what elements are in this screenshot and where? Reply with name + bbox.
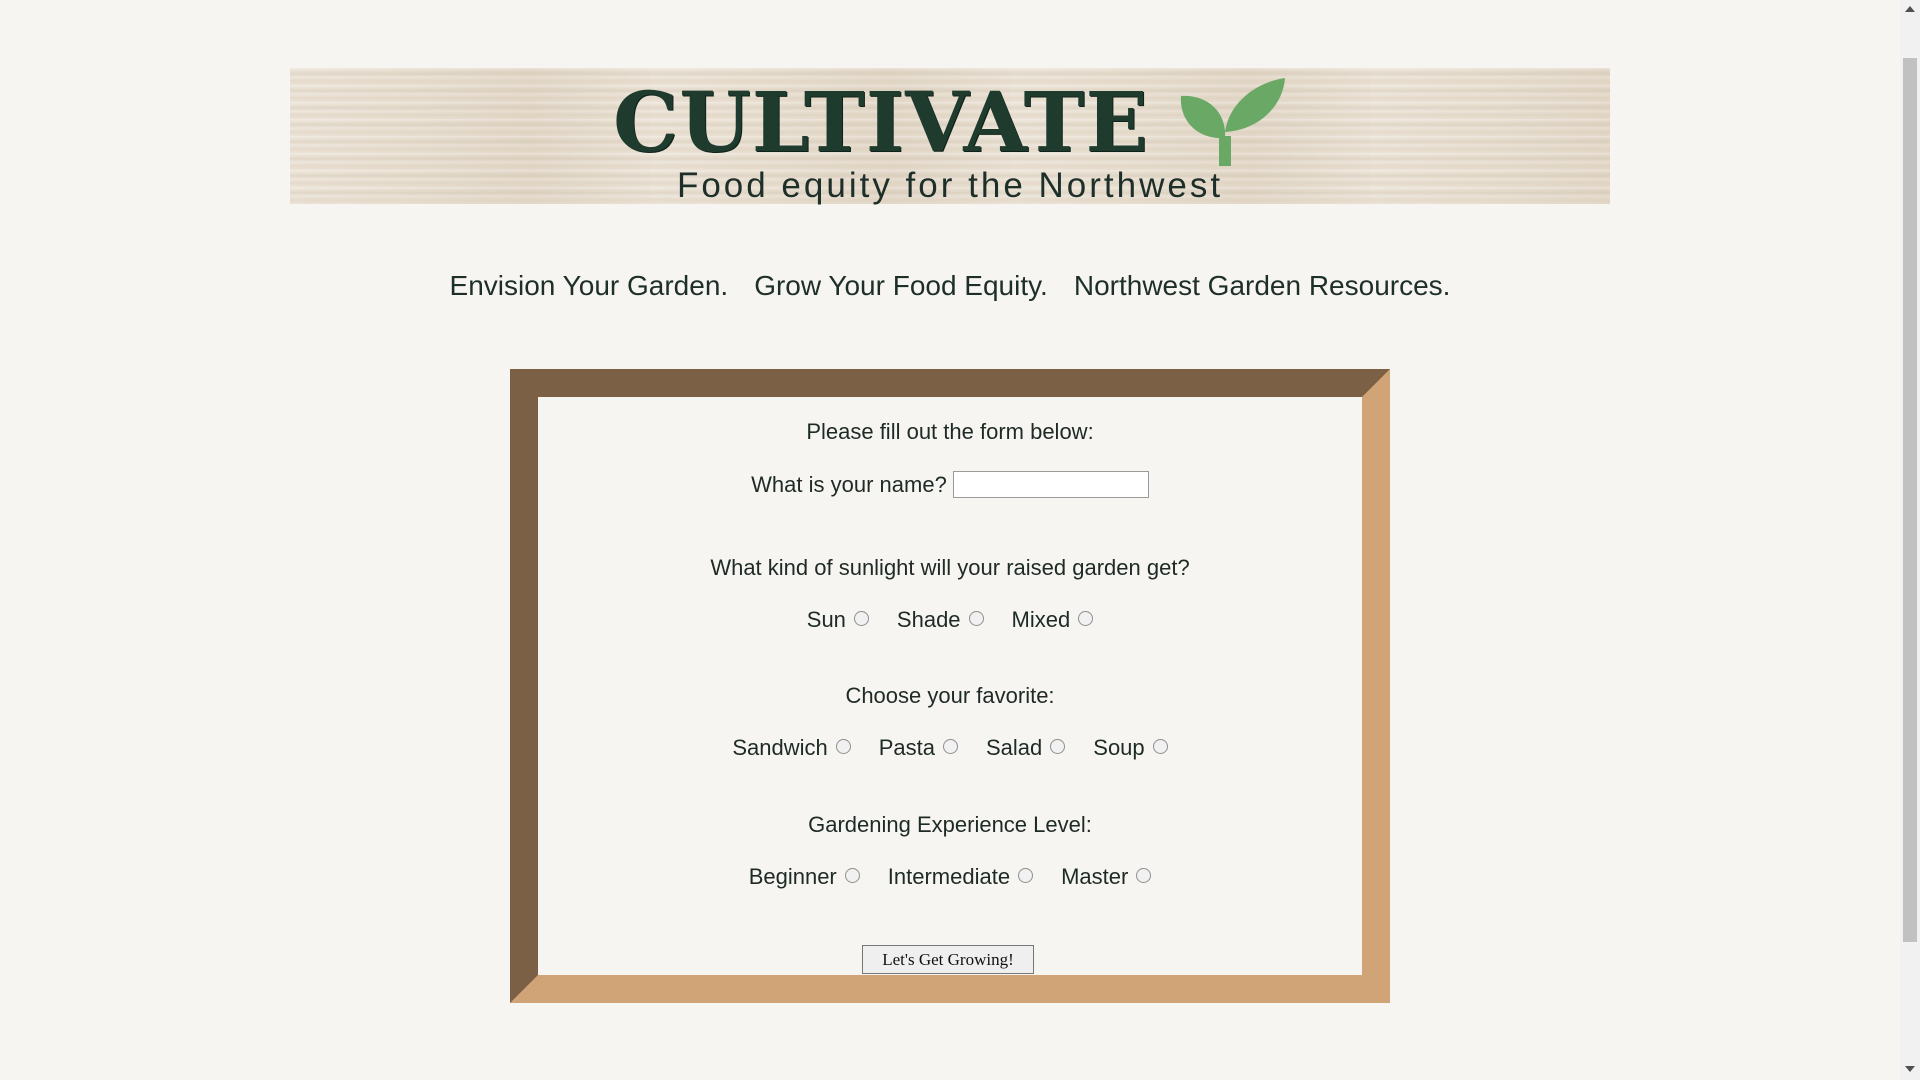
- option-label: Pasta: [878, 735, 935, 760]
- page: CULTIVATE Food equity for the Northwest …: [0, 0, 1920, 1080]
- name-row: What is your name?: [538, 471, 1362, 498]
- nav-grow-food-equity[interactable]: Grow Your Food Equity.: [754, 270, 1048, 302]
- sunlight-shade-radio[interactable]: [968, 611, 984, 626]
- sunlight-option-sun[interactable]: Sun: [807, 607, 869, 633]
- favorite-pasta-radio[interactable]: [942, 739, 958, 754]
- sunlight-option-shade[interactable]: Shade: [897, 607, 984, 633]
- favorite-option-pasta[interactable]: Pasta: [879, 735, 958, 761]
- logo-text: CULTIVATE: [612, 75, 1150, 171]
- experience-question: Gardening Experience Level:: [808, 812, 1092, 837]
- sprout-icon: [1180, 78, 1286, 166]
- option-label: Beginner: [748, 864, 837, 889]
- option-label: Master: [1061, 864, 1129, 889]
- sunlight-options: Sun Shade Mixed: [538, 607, 1362, 633]
- scroll-down-arrow-icon[interactable]: [1905, 1066, 1915, 1072]
- sunlight-question: What kind of sunlight will your raised g…: [710, 555, 1190, 580]
- sunlight-sun-radio[interactable]: [853, 611, 869, 626]
- experience-intermediate-radio[interactable]: [1018, 868, 1034, 883]
- experience-option-intermediate[interactable]: Intermediate: [887, 864, 1034, 890]
- option-label: Salad: [985, 735, 1043, 760]
- favorite-salad-radio[interactable]: [1050, 739, 1066, 754]
- tagline: Food equity for the Northwest: [676, 166, 1224, 205]
- experience-option-master[interactable]: Master: [1061, 864, 1152, 890]
- header-banner: CULTIVATE Food equity for the Northwest: [290, 68, 1610, 205]
- form-title: Please fill out the form below:: [806, 419, 1094, 444]
- sunlight-option-mixed[interactable]: Mixed: [1012, 607, 1094, 633]
- option-label: Shade: [896, 607, 961, 632]
- option-label: Intermediate: [887, 864, 1011, 889]
- nav-envision-garden[interactable]: Envision Your Garden.: [450, 270, 729, 302]
- option-label: Sandwich: [732, 735, 828, 760]
- garden-form: Please fill out the form below: What is …: [538, 397, 1362, 975]
- scrollbar-thumb[interactable]: [1903, 58, 1917, 942]
- favorite-soup-radio[interactable]: [1152, 739, 1168, 754]
- option-label: Mixed: [1011, 607, 1071, 632]
- name-input[interactable]: [952, 471, 1149, 498]
- logo[interactable]: CULTIVATE: [290, 70, 1610, 171]
- experience-option-beginner[interactable]: Beginner: [749, 864, 860, 890]
- favorite-options: Sandwich Pasta Salad Soup: [538, 735, 1362, 761]
- experience-options: Beginner Intermediate Master: [538, 864, 1362, 890]
- page-scrollbar[interactable]: [1900, 0, 1920, 1080]
- option-label: Sun: [806, 607, 846, 632]
- favorite-sandwich-radio[interactable]: [835, 739, 851, 754]
- form-frame: Please fill out the form below: What is …: [510, 369, 1390, 1003]
- experience-beginner-radio[interactable]: [844, 868, 860, 883]
- main-nav: Envision Your Garden. Grow Your Food Equ…: [0, 270, 1900, 302]
- name-label: What is your name?: [751, 471, 947, 497]
- option-label: Soup: [1093, 735, 1145, 760]
- favorite-option-salad[interactable]: Salad: [985, 735, 1066, 761]
- nav-garden-resources[interactable]: Northwest Garden Resources.: [1074, 270, 1451, 302]
- favorite-option-sandwich[interactable]: Sandwich: [732, 735, 851, 761]
- favorite-question: Choose your favorite:: [845, 683, 1055, 708]
- experience-master-radio[interactable]: [1136, 868, 1152, 883]
- scroll-up-arrow-icon[interactable]: [1905, 6, 1915, 12]
- favorite-option-soup[interactable]: Soup: [1093, 735, 1168, 761]
- sunlight-mixed-radio[interactable]: [1078, 611, 1094, 626]
- submit-button[interactable]: Let's Get Growing!: [862, 945, 1034, 974]
